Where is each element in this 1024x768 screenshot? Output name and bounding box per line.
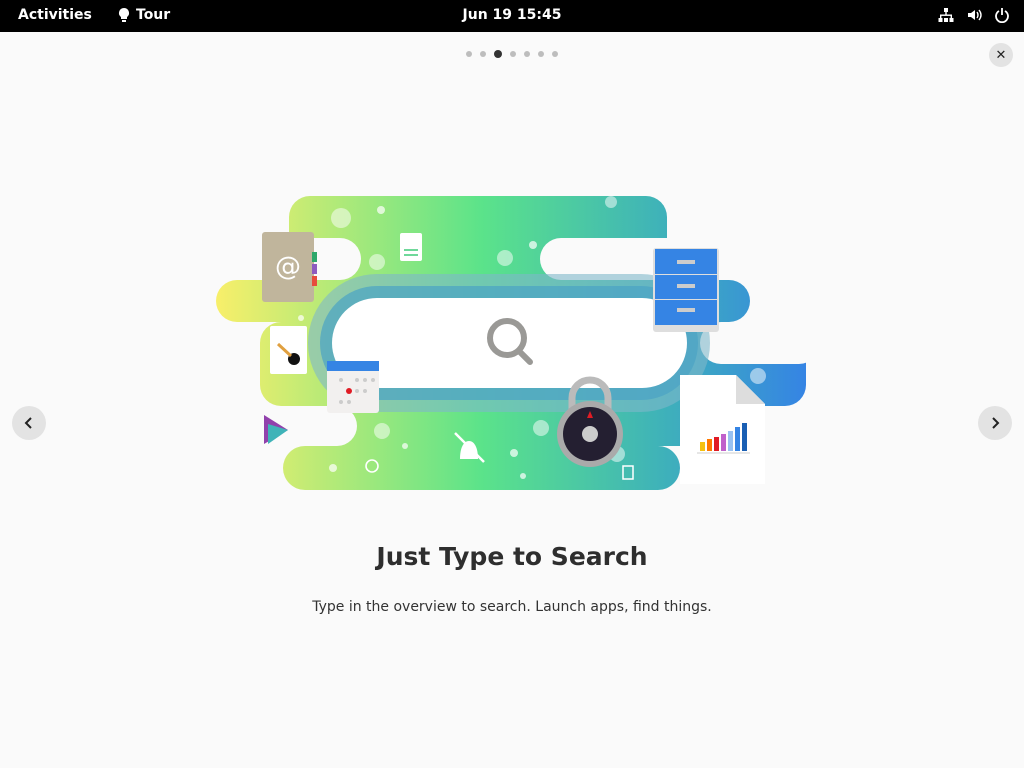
spreadsheet-icon	[680, 375, 765, 484]
previous-page-button[interactable]	[12, 406, 46, 440]
calendar-icon	[327, 361, 379, 413]
page-title: Just Type to Search	[376, 542, 648, 571]
next-page-button[interactable]	[978, 406, 1012, 440]
file-cabinet-icon	[653, 248, 719, 332]
document-icon	[400, 233, 422, 261]
chevron-left-icon	[24, 417, 32, 429]
svg-text:@: @	[275, 252, 301, 282]
page-description: Type in the overview to search. Launch a…	[312, 599, 712, 615]
image-file-icon	[270, 326, 307, 374]
contacts-book-icon: @	[262, 232, 317, 302]
chevron-right-icon	[992, 417, 1000, 429]
search-illustration: @	[216, 196, 820, 490]
